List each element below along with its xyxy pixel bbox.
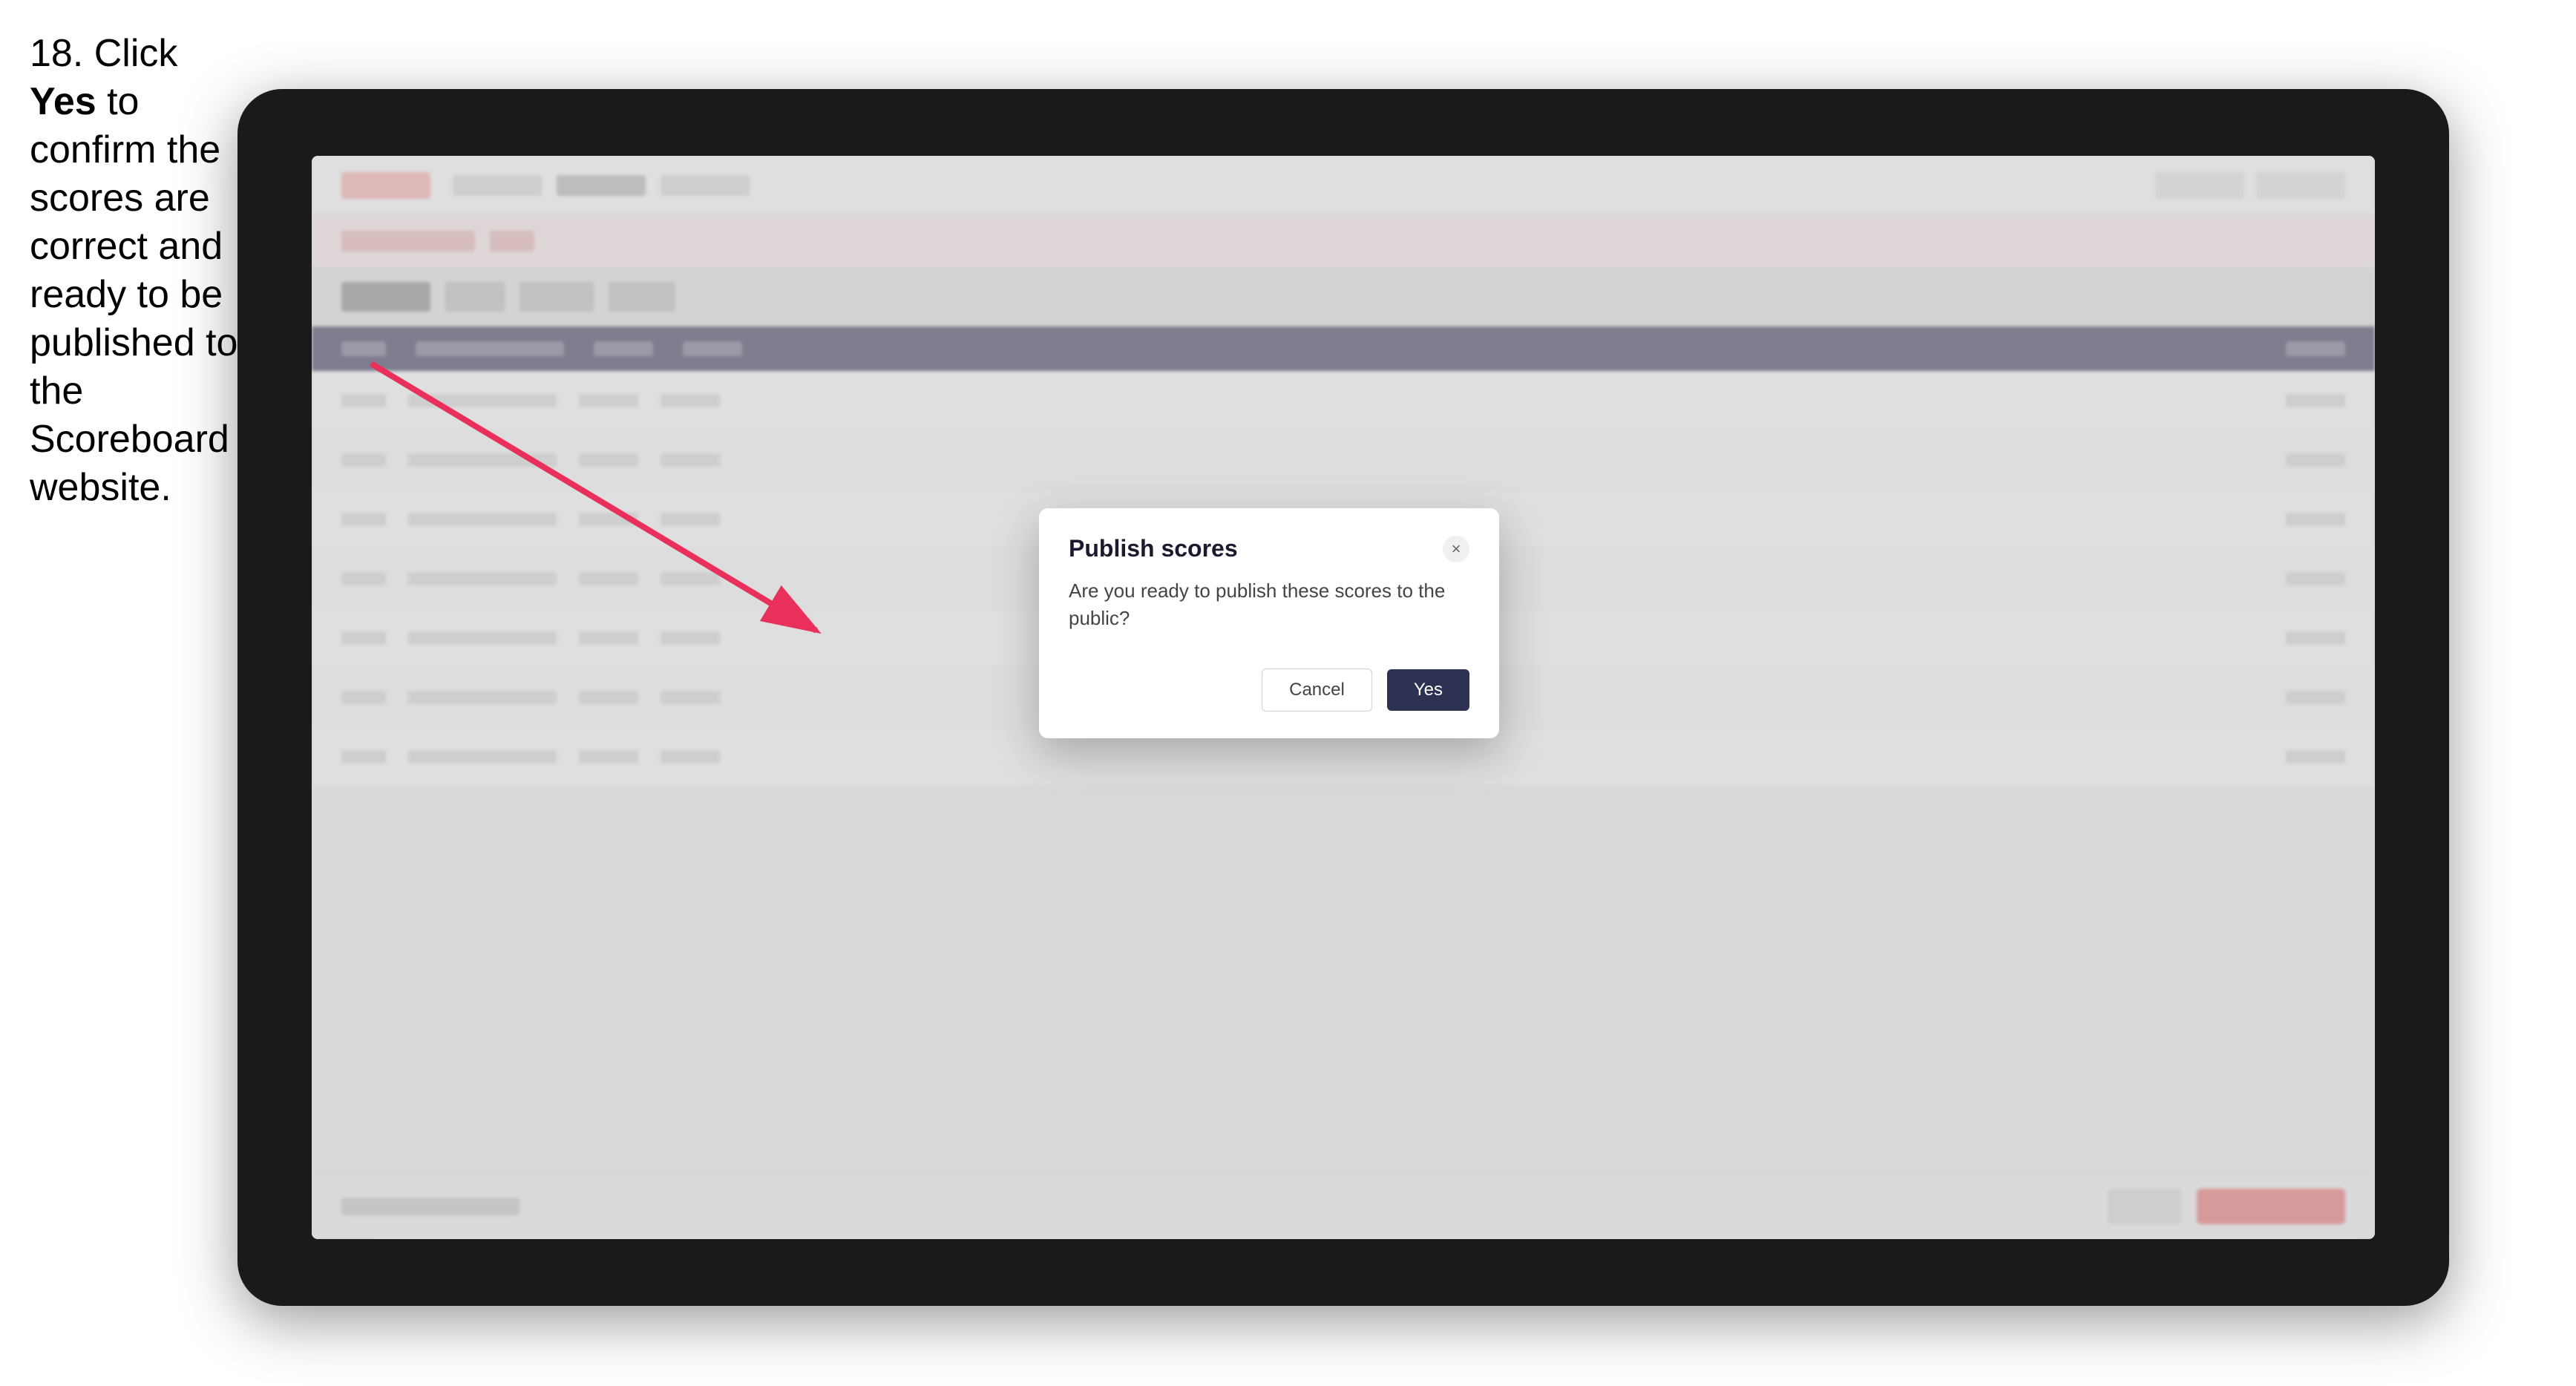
instruction-part2: to confirm the scores are correct and re… <box>30 80 237 509</box>
modal-dialog: Publish scores × Are you ready to publis… <box>1039 508 1499 738</box>
instruction-part1: Click <box>83 32 177 75</box>
modal-footer: Cancel Yes <box>1039 654 1499 738</box>
modal-overlay: Publish scores × Are you ready to publis… <box>312 156 2375 1239</box>
modal-body: Are you ready to publish these scores to… <box>1039 577 1499 654</box>
yes-button[interactable]: Yes <box>1387 669 1469 711</box>
modal-title: Publish scores <box>1069 535 1238 562</box>
tablet-screen: Publish scores × Are you ready to publis… <box>312 156 2375 1239</box>
instruction-text: 18. Click Yes to confirm the scores are … <box>30 30 245 512</box>
modal-header: Publish scores × <box>1039 508 1499 577</box>
modal-close-button[interactable]: × <box>1443 536 1469 562</box>
cancel-button[interactable]: Cancel <box>1262 669 1372 712</box>
step-number: 18. <box>30 32 83 75</box>
instruction-bold: Yes <box>30 80 96 123</box>
tablet-device: Publish scores × Are you ready to publis… <box>237 89 2449 1306</box>
